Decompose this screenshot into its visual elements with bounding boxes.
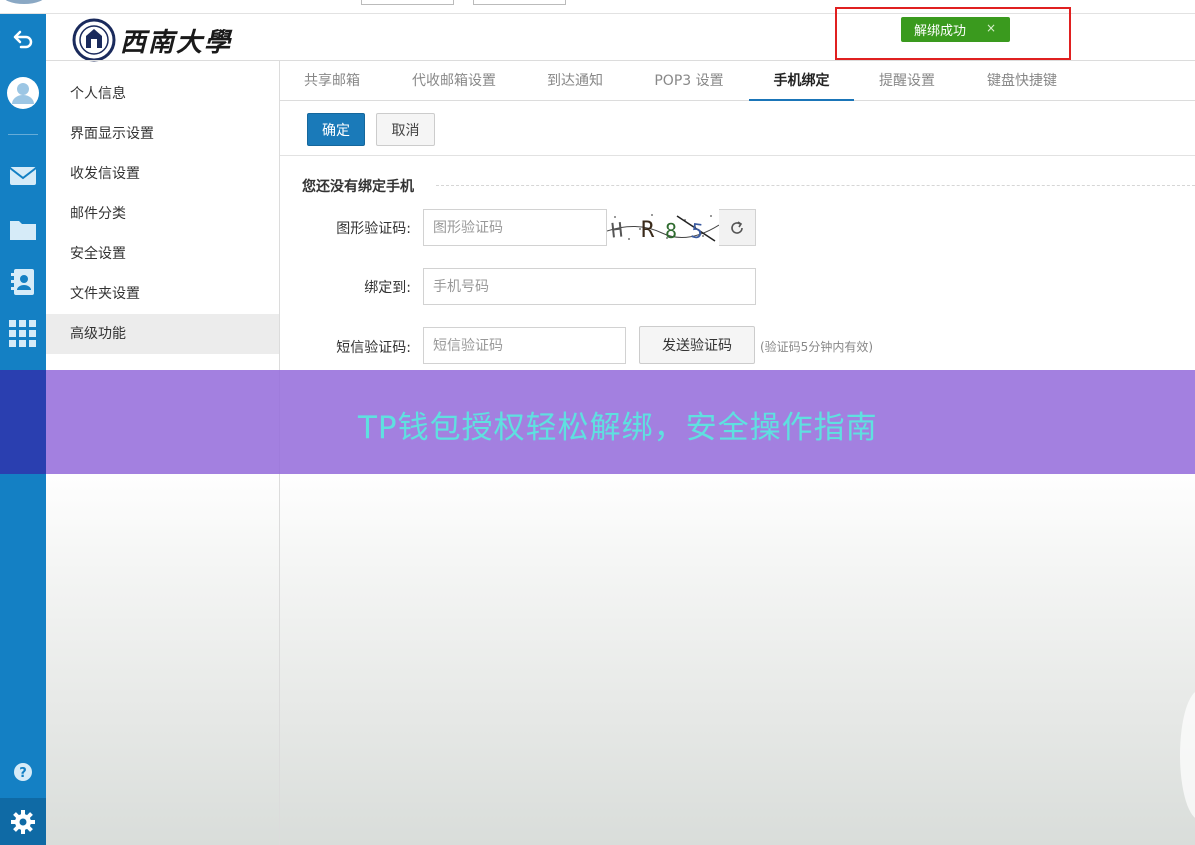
banner-text: TP钱包授权轻松解绑，安全操作指南	[358, 410, 878, 446]
menu-item-display-settings[interactable]: 界面显示设置	[46, 114, 279, 154]
toast-message: 解绑成功	[914, 24, 967, 39]
svg-text:?: ?	[19, 766, 27, 781]
university-logo: 西南大學	[72, 18, 232, 62]
sms-code-label: 短信验证码:	[336, 340, 411, 356]
menu-item-personal-info[interactable]: 个人信息	[46, 74, 279, 114]
tab-shared-mailbox[interactable]: 共享邮箱	[302, 61, 362, 101]
svg-text:5: 5	[689, 218, 704, 243]
sms-code-input[interactable]	[423, 327, 626, 364]
university-seal-icon	[72, 18, 116, 62]
svg-text:R: R	[641, 218, 655, 243]
menu-item-send-receive-settings[interactable]: 收发信设置	[46, 154, 279, 194]
captcha-image[interactable]: H R 8 5	[607, 211, 719, 244]
top-toolbar-button[interactable]	[473, 0, 566, 5]
banner-rail-segment	[0, 370, 46, 474]
mail-icon[interactable]	[0, 156, 46, 196]
apps-grid-icon[interactable]	[0, 314, 46, 354]
toolbar-divider	[280, 155, 1195, 156]
svg-text:8: 8	[665, 219, 677, 243]
university-name: 西南大學	[120, 27, 233, 58]
sms-code-hint: (验证码5分钟内有效)	[760, 340, 873, 354]
section-title: 您还没有绑定手机	[302, 176, 424, 196]
confirm-button[interactable]: 确定	[307, 113, 365, 146]
settings-gear-icon[interactable]	[0, 798, 46, 845]
tab-phone-binding[interactable]: 手机绑定	[749, 61, 854, 101]
send-code-button[interactable]: 发送验证码	[639, 326, 755, 364]
background-decoration	[1180, 690, 1195, 820]
tab-mail-collection[interactable]: 代收邮箱设置	[408, 61, 500, 101]
menu-item-mail-categories[interactable]: 邮件分类	[46, 194, 279, 234]
svg-text:H: H	[610, 217, 624, 242]
account-avatar-edge[interactable]	[2, 0, 46, 4]
phone-label: 绑定到:	[364, 280, 411, 296]
tab-keyboard-shortcuts[interactable]: 键盘快捷键	[983, 61, 1061, 101]
menu-item-advanced-features[interactable]: 高级功能	[46, 314, 279, 354]
user-avatar-icon[interactable]	[0, 73, 46, 113]
section-divider	[436, 185, 1195, 186]
captcha-label: 图形验证码:	[336, 221, 411, 237]
menu-item-folder-settings[interactable]: 文件夹设置	[46, 274, 279, 314]
tab-reminder-settings[interactable]: 提醒设置	[876, 61, 938, 101]
phone-number-input[interactable]	[423, 268, 756, 305]
menu-item-security-settings[interactable]: 安全设置	[46, 234, 279, 274]
contacts-icon[interactable]	[0, 262, 46, 302]
top-toolbar-button[interactable]	[361, 0, 454, 5]
success-toast: 解绑成功 ×	[901, 17, 1010, 42]
tab-arrival-notification[interactable]: 到达通知	[544, 61, 606, 101]
rail-divider	[8, 134, 38, 135]
back-icon[interactable]	[0, 19, 46, 59]
promo-banner: TP钱包授权轻松解绑，安全操作指南	[0, 370, 1195, 474]
refresh-captcha-icon[interactable]	[719, 209, 756, 246]
toast-close-icon[interactable]: ×	[986, 21, 996, 35]
folder-icon[interactable]	[0, 209, 46, 249]
tab-pop3-settings[interactable]: POP3 设置	[650, 61, 728, 101]
settings-tabs: 共享邮箱 代收邮箱设置 到达通知 POP3 设置 手机绑定 提醒设置 键盘快捷键	[280, 61, 1195, 101]
captcha-input[interactable]	[423, 209, 607, 246]
help-icon[interactable]: ?	[0, 752, 46, 792]
cancel-button[interactable]: 取消	[376, 113, 435, 146]
